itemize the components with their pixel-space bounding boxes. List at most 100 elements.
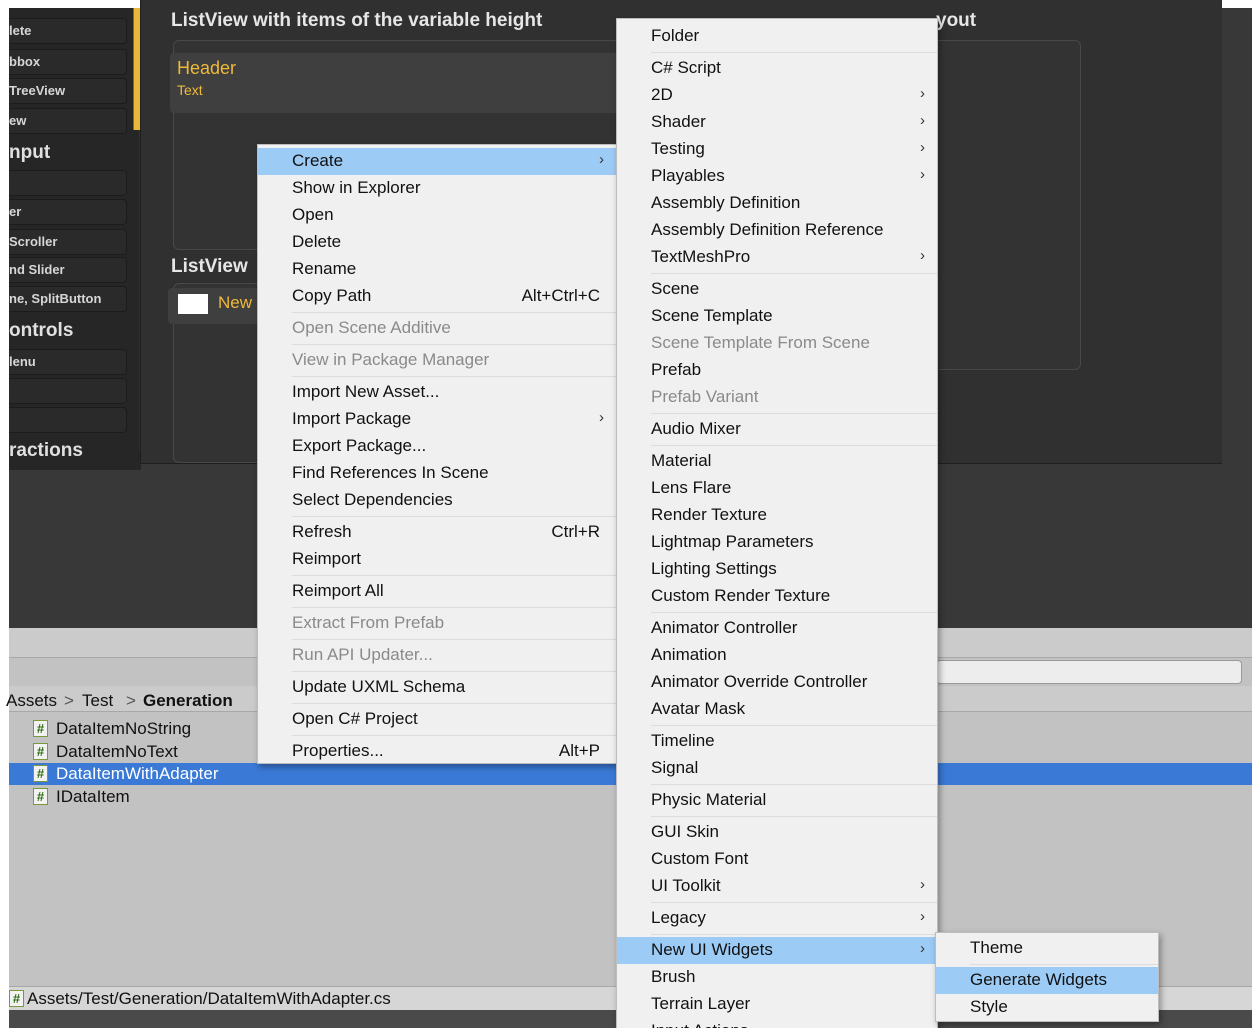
menu-item-animator-override-controller[interactable]: Animator Override Controller (617, 669, 937, 696)
sidebar-item[interactable]: nd Slider (9, 257, 127, 283)
menu-item-avatar-mask[interactable]: Avatar Mask (617, 696, 937, 723)
menu-item-open[interactable]: Open (258, 202, 616, 229)
sidebar-item[interactable]: Scroller (9, 229, 127, 255)
submenu-arrow-icon: › (920, 876, 925, 893)
menu-item-input-actions[interactable]: Input Actions (617, 1018, 937, 1028)
file-name: DataItemNoString (56, 719, 192, 738)
menu-item-animation[interactable]: Animation (617, 642, 937, 669)
menu-item-theme[interactable]: Theme (936, 935, 1158, 962)
item-text: Text (177, 82, 203, 98)
submenu-arrow-icon: › (920, 112, 925, 129)
menu-item-reimport-all[interactable]: Reimport All (258, 578, 616, 605)
menu-item-assembly-definition-reference[interactable]: Assembly Definition Reference (617, 217, 937, 244)
menu-item-create[interactable]: Create › (258, 148, 616, 175)
menu-item-scene-template[interactable]: Scene Template (617, 303, 937, 330)
sidebar-item[interactable]: ew (9, 108, 127, 134)
breadcrumb-assets[interactable]: Assets (6, 691, 57, 711)
menu-item-open-c-project[interactable]: Open C# Project (258, 706, 616, 733)
menu-item-label: Generate Widgets (970, 970, 1108, 989)
listview-item[interactable] (170, 53, 630, 113)
menu-item-run-api-updater: Run API Updater... (258, 642, 616, 669)
sidebar-item[interactable] (9, 407, 127, 433)
menu-item-timeline[interactable]: Timeline (617, 728, 937, 755)
file-name: DataItemWithAdapter (56, 764, 219, 783)
menu-item-label: Terrain Layer (651, 994, 751, 1013)
menu-item-gui-skin[interactable]: GUI Skin (617, 819, 937, 846)
menu-item-animator-controller[interactable]: Animator Controller (617, 615, 937, 642)
menu-item-import-new-asset[interactable]: Import New Asset... (258, 379, 616, 406)
menu-item-reimport[interactable]: Reimport (258, 546, 616, 573)
menu-item-rename[interactable]: Rename (258, 256, 616, 283)
menu-item-new-ui-widgets[interactable]: New UI Widgets › (617, 937, 937, 964)
menu-item-generate-widgets[interactable]: Generate Widgets (936, 967, 1158, 994)
menu-item-label: Reimport (292, 549, 361, 568)
menu-item-import-package[interactable]: Import Package › (258, 406, 616, 433)
menu-item-label: Assembly Definition Reference (651, 220, 884, 239)
menu-item-render-texture[interactable]: Render Texture (617, 502, 937, 529)
menu-item-ui-toolkit[interactable]: UI Toolkit › (617, 873, 937, 900)
menu-item-update-uxml-schema[interactable]: Update UXML Schema (258, 674, 616, 701)
sidebar-item[interactable]: bbox (9, 49, 127, 75)
menu-item-c-script[interactable]: C# Script (617, 55, 937, 82)
menu-item-brush[interactable]: Brush (617, 964, 937, 991)
menu-item-style[interactable]: Style (936, 994, 1158, 1021)
breadcrumb-test[interactable]: Test (82, 691, 113, 711)
menu-item-label: Copy Path (292, 286, 372, 305)
menu-item-lighting-settings[interactable]: Lighting Settings (617, 556, 937, 583)
menu-item-select-dependencies[interactable]: Select Dependencies (258, 487, 616, 514)
menu-item-audio-mixer[interactable]: Audio Mixer (617, 416, 937, 443)
menu-separator (292, 703, 616, 704)
menu-item-find-references-in-scene[interactable]: Find References In Scene (258, 460, 616, 487)
sidebar-item[interactable] (9, 378, 127, 404)
menu-separator (651, 816, 937, 817)
menu-separator (292, 735, 616, 736)
menu-item-lens-flare[interactable]: Lens Flare (617, 475, 937, 502)
menu-item-export-package[interactable]: Export Package... (258, 433, 616, 460)
submenu-arrow-icon: › (920, 166, 925, 183)
menu-item-folder[interactable]: Folder (617, 23, 937, 50)
menu-item-testing[interactable]: Testing › (617, 136, 937, 163)
menu-separator (292, 575, 616, 576)
breadcrumb-generation[interactable]: Generation (143, 691, 233, 711)
csharp-file-icon: # (33, 788, 48, 805)
menu-separator (651, 725, 937, 726)
listview-title: ListView with items of the variable heig… (171, 10, 543, 31)
menu-item-2d[interactable]: 2D › (617, 82, 937, 109)
item-color-swatch (178, 294, 208, 314)
sidebar-item[interactable]: lete (9, 18, 127, 44)
file-name: IDataItem (56, 787, 130, 806)
menu-item-signal[interactable]: Signal (617, 755, 937, 782)
menu-item-view-in-package-manager: View in Package Manager (258, 347, 616, 374)
menu-item-label: Custom Font (651, 849, 749, 868)
menu-item-label: Physic Material (651, 790, 767, 809)
menu-item-label: Find References In Scene (292, 463, 489, 482)
menu-item-label: Import New Asset... (292, 382, 440, 401)
menu-item-custom-font[interactable]: Custom Font (617, 846, 937, 873)
menu-item-label: Render Texture (651, 505, 767, 524)
menu-item-copy-path[interactable]: Copy Path Alt+Ctrl+C (258, 283, 616, 310)
menu-item-properties[interactable]: Properties... Alt+P (258, 738, 616, 765)
sidebar-item[interactable]: er (9, 199, 127, 225)
menu-item-material[interactable]: Material (617, 448, 937, 475)
menu-item-physic-material[interactable]: Physic Material (617, 787, 937, 814)
menu-item-show-in-explorer[interactable]: Show in Explorer (258, 175, 616, 202)
csharp-file-icon: # (9, 990, 24, 1007)
menu-item-shader[interactable]: Shader › (617, 109, 937, 136)
create-submenu: Folder C# Script 2D › Shader › Testing › Playabl… (616, 18, 938, 1028)
menu-item-prefab[interactable]: Prefab (617, 357, 937, 384)
menu-item-delete[interactable]: Delete (258, 229, 616, 256)
menu-item-terrain-layer[interactable]: Terrain Layer (617, 991, 937, 1018)
project-search-input[interactable] (936, 660, 1242, 684)
menu-item-assembly-definition[interactable]: Assembly Definition (617, 190, 937, 217)
menu-item-refresh[interactable]: Refresh Ctrl+R (258, 519, 616, 546)
sidebar-item[interactable]: TreeView (9, 78, 127, 104)
menu-item-lightmap-parameters[interactable]: Lightmap Parameters (617, 529, 937, 556)
menu-item-legacy[interactable]: Legacy › (617, 905, 937, 932)
sidebar-item[interactable]: lenu (9, 349, 127, 375)
menu-item-playables[interactable]: Playables › (617, 163, 937, 190)
menu-item-textmeshpro[interactable]: TextMeshPro › (617, 244, 937, 271)
sidebar-item[interactable]: ne, SplitButton (9, 286, 127, 312)
menu-item-custom-render-texture[interactable]: Custom Render Texture (617, 583, 937, 610)
sidebar-item[interactable] (9, 170, 127, 196)
menu-item-scene[interactable]: Scene (617, 276, 937, 303)
